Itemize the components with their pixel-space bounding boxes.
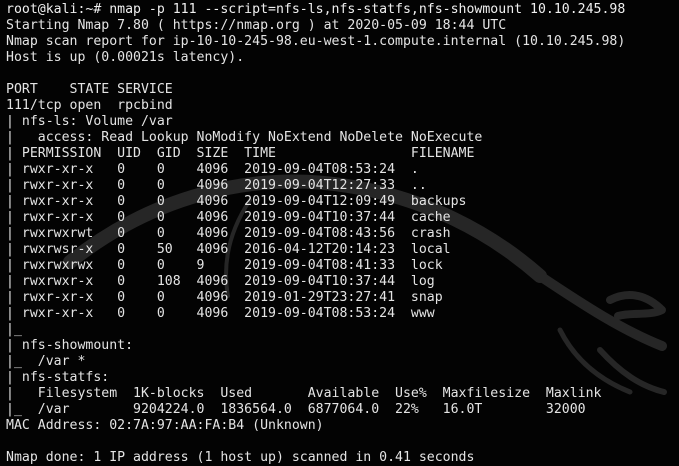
output-line: MAC Address: 02:7A:97:AA:FA:B4 (Unknown) bbox=[6, 418, 324, 433]
output-line: | access: Read Lookup NoModify NoExtend … bbox=[6, 130, 483, 145]
output-line: | rwxr-xr-x 0 0 4096 2019-01-29T23:27:41… bbox=[6, 290, 443, 305]
output-line: PORT STATE SERVICE bbox=[6, 82, 173, 97]
output-line: Starting Nmap 7.80 ( https://nmap.org ) … bbox=[6, 18, 507, 33]
terminal-output: root@kali:~# nmap -p 111 --script=nfs-ls… bbox=[6, 2, 625, 466]
output-line: | rwxrwxr-x 0 108 4096 2019-09-04T10:37:… bbox=[6, 274, 435, 289]
output-line: | rwxrwxrwx 0 0 9 2019-09-04T08:41:33 lo… bbox=[6, 258, 443, 273]
output-line: | rwxr-xr-x 0 0 4096 2019-09-04T10:37:44… bbox=[6, 210, 451, 225]
output-line: |_ bbox=[6, 322, 22, 337]
output-line: | rwxrwxrwt 0 0 4096 2019-09-04T08:43:56… bbox=[6, 226, 451, 241]
output-line: |_ /var * bbox=[6, 354, 86, 369]
output-line: Nmap scan report for ip-10-10-245-98.eu-… bbox=[6, 34, 626, 49]
output-line: |_ /var 9204224.0 1836564.0 6877064.0 22… bbox=[6, 402, 586, 417]
output-line: | nfs-showmount: bbox=[6, 338, 134, 353]
output-line: | PERMISSION UID GID SIZE TIME FILENAME bbox=[6, 146, 475, 161]
output-line: | Filesystem 1K-blocks Used Available Us… bbox=[6, 386, 602, 401]
output-line: | nfs-ls: Volume /var bbox=[6, 114, 173, 129]
output-line: | rwxrwsr-x 0 50 4096 2016-04-12T20:14:2… bbox=[6, 242, 451, 257]
output-line: | rwxr-xr-x 0 0 4096 2019-09-04T12:27:33… bbox=[6, 178, 427, 193]
output-line: | nfs-statfs: bbox=[6, 370, 110, 385]
output-line: | rwxr-xr-x 0 0 4096 2019-09-04T08:53:24… bbox=[6, 306, 435, 321]
output-line: Host is up (0.00021s latency). bbox=[6, 50, 245, 65]
output-line: | rwxr-xr-x 0 0 4096 2019-09-04T12:09:49… bbox=[6, 194, 467, 209]
command-prompt-line: root@kali:~# nmap -p 111 --script=nfs-ls… bbox=[6, 2, 626, 17]
terminal-window[interactable]: root@kali:~# nmap -p 111 --script=nfs-ls… bbox=[0, 0, 679, 466]
output-line: | rwxr-xr-x 0 0 4096 2019-09-04T08:53:24… bbox=[6, 162, 419, 177]
output-line: Nmap done: 1 IP address (1 host up) scan… bbox=[6, 450, 475, 465]
output-line: 111/tcp open rpcbind bbox=[6, 98, 173, 113]
